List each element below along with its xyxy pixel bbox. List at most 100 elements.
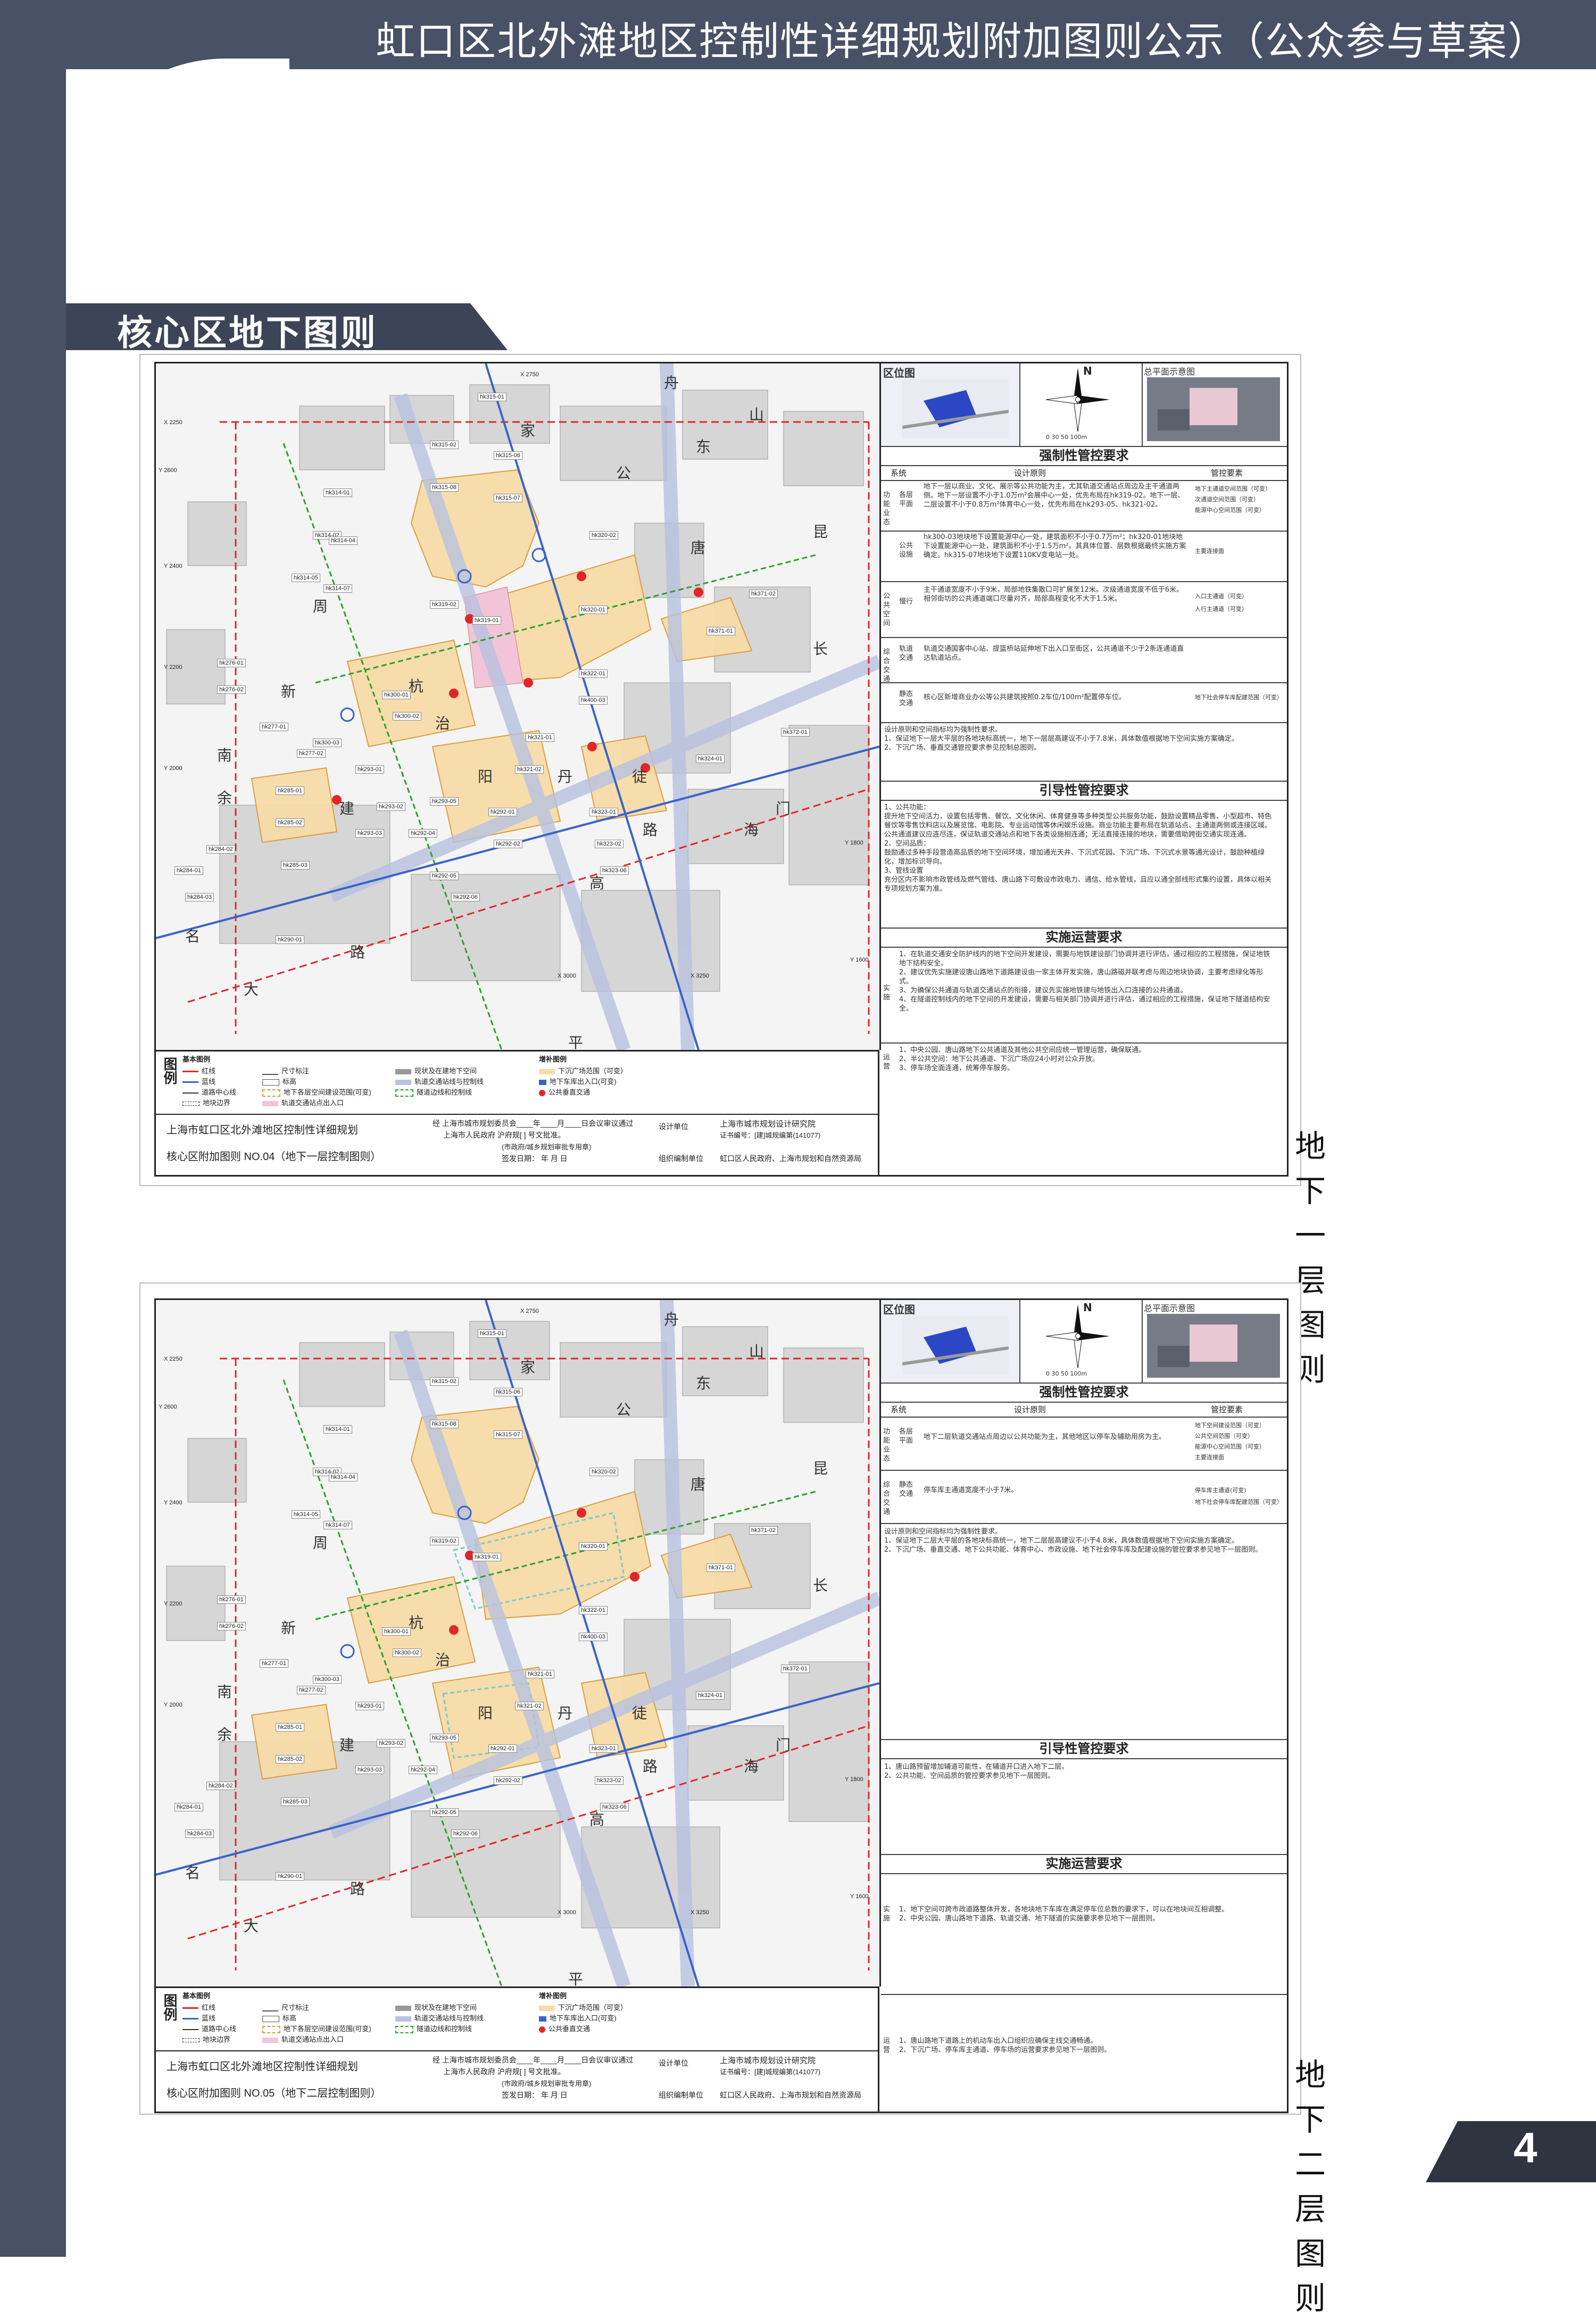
ops-side-label: 运营 <box>883 2037 891 2054</box>
road-name-label: 治 <box>435 715 451 732</box>
plot-label: hk276-02 <box>217 1622 246 1630</box>
plot-label: hk323-01 <box>589 808 618 816</box>
row-text: 地下二层轨道交通站点周边以公共功能为主，其他地区以停车及辅助用房为主。 <box>924 1433 1166 1441</box>
plan-name: 上海市虹口区北外滩地区控制性详细规划 <box>167 1124 358 1136</box>
impl-side-label: 实施 <box>883 984 891 1001</box>
plot-label: hk315-06 <box>494 1388 522 1396</box>
ops-b1: 运营 1、中央公园、唐山路地下公共通道及其他公共空间应统一管理运营，确保联通。 … <box>881 1042 1287 1175</box>
coordinate-label: X 3000 <box>558 1909 576 1916</box>
org-label: 组织编制单位 <box>659 1154 703 1163</box>
impl-title-b2: 实施运营要求 <box>881 1854 1287 1874</box>
legend-item: 红线 <box>182 1065 215 1075</box>
road-name-label: 丹 <box>558 1705 573 1721</box>
row-group: 综合交通 <box>883 1481 891 1516</box>
row-text: 主干通道宽度不小于9米，局部地铁集散口可扩展至12米。次级通道宽度不低于6米。相… <box>924 586 1184 603</box>
row-group: 公共空间 <box>883 592 891 627</box>
location-map <box>902 379 1009 438</box>
panel-b1-top: 区位图 N 0 30 50 100m 总平面示意图 <box>881 363 1287 447</box>
road-name-label: 平 <box>568 1971 584 1988</box>
plot-label: hk292-06 <box>451 1829 480 1838</box>
impl-b2: 实施 1、地下空间可跨市政道路整体开发，各地块地下车库在满足停车位总数的要求下，… <box>881 1873 1287 1995</box>
road-name-label: 舟 <box>664 375 679 391</box>
coordinate-label: X 2750 <box>520 371 539 378</box>
plot-label: hk314-07 <box>323 1521 352 1529</box>
row-text: 停车库主通道宽度不小于7米。 <box>924 1486 1018 1494</box>
legend-added-heading: 增补图例 <box>539 1055 567 1063</box>
legend-item: 地块边界 <box>182 1097 230 1107</box>
plot-label: hk284-01 <box>174 866 203 875</box>
road-name-label: 建 <box>339 1737 355 1753</box>
coordinate-label: Y 1600 <box>850 957 869 963</box>
plot-label: hk324-01 <box>696 755 725 763</box>
coordinate-label: X 2250 <box>164 419 182 426</box>
legend-item: 标高 <box>262 2013 296 2023</box>
legend-basic-heading: 基本图例 <box>182 1992 211 2000</box>
approval-line: 签发日期： 年 月 日 <box>502 2091 568 2099</box>
ops-text: 1、中央公园、唐山路地下公共通道及其他公共空间应统一管理运营，确保联通。 2、半… <box>899 1046 1146 1072</box>
plot-label: hk322-01 <box>579 669 608 678</box>
plot-label: hk314-07 <box>323 584 352 593</box>
guiding-text: 1、公共功能： 提升地下空间活力，设置包括零售、餐饮、文化休闲、体育健身等多种类… <box>884 804 1272 893</box>
plot-label: hk314-01 <box>323 1425 352 1434</box>
row-b1-4: 综合交通 轨道交通 轨道交通国客中心站、提篮桥站延伸地下出入口至街区，公共通道不… <box>881 637 1287 683</box>
road-name-label: 昆 <box>813 1460 828 1477</box>
ops-side-label: 运营 <box>883 1054 891 1071</box>
plot-label: hk300-02 <box>393 712 421 721</box>
road-name-label: 长 <box>813 1577 828 1594</box>
impl-text: 1、在轨道交通安全防护线内的地下空间开发建设，需要与地铁建设部门协调并进行评估，… <box>899 950 1270 1013</box>
legend-added-heading: 增补图例 <box>539 1992 567 2000</box>
element-legend-item: 次通道空间范围（可变） <box>1195 496 1259 503</box>
mandatory-title-b2: 强制性管控要求 <box>881 1382 1287 1403</box>
coordinate-label: X 3250 <box>691 973 709 979</box>
overview-map <box>1147 1314 1280 1378</box>
mandatory-notes: 设计原则和空间指标均为强制性要求。 1、保证地下二层大平层的各地块标高统一，地下… <box>884 1528 1262 1554</box>
plot-label: hk321-01 <box>526 733 554 742</box>
road-name-label: 家 <box>520 1359 536 1376</box>
panel-b1: 区位图 N 0 30 50 100m 总平面示意图 强制性管控要求 系统 设计原… <box>881 363 1287 1175</box>
coordinate-label: Y 1800 <box>845 840 863 846</box>
element-legend-item: 地下社会停车库配建范围（可变） <box>1195 1499 1283 1505</box>
col-elements: 管控要素 <box>1211 468 1243 478</box>
scale-bar: 0 30 50 100m <box>1046 434 1087 441</box>
road-name-label: 山 <box>749 407 764 423</box>
compass-icon <box>1046 1304 1110 1368</box>
plot-label: hk292-01 <box>488 808 517 816</box>
legend-b2: 图例 基本图例 增补图例 红线 蓝线 道路中心线 地块边界 尺寸标注 标高 地下… <box>156 1986 879 2052</box>
plot-label: hk320-01 <box>579 1542 608 1551</box>
location-label: 区位图 <box>883 367 915 379</box>
compass-icon <box>1046 368 1110 432</box>
plot-label: hk371-02 <box>749 590 778 598</box>
legend-item: 标高 <box>262 1076 296 1086</box>
road-name-label: 名 <box>185 928 201 945</box>
legend-item: 隧道边线和控制线 <box>395 2023 472 2033</box>
road-name-label: 路 <box>350 944 365 961</box>
plot-label: hk321-01 <box>526 1670 554 1678</box>
plot-label: hk285-03 <box>281 861 310 870</box>
mandatory-title-b1: 强制性管控要求 <box>881 446 1287 466</box>
row-sub: 公共设施 <box>899 542 913 559</box>
cert-number: 证书编号：[建]城规编第(141077) <box>720 1131 821 1139</box>
coordinate-label: X 2250 <box>164 1356 182 1362</box>
road-name-label: 新 <box>281 1620 296 1636</box>
section-title: 核心区地下图则 <box>117 312 378 353</box>
plot-label: hk323-06 <box>600 1803 629 1811</box>
plot-label: hk321-02 <box>515 765 544 774</box>
plot-label: hk314-05 <box>292 1510 320 1519</box>
plot-label: hk292-06 <box>451 893 480 901</box>
road-name-label: 丹 <box>558 768 573 785</box>
legend-item: 现状及在建地下空间 <box>395 2002 477 2012</box>
sheet-name: 核心区附加图则 NO.04（地下一层控制图则） <box>167 1151 381 1163</box>
row-text: 地下一层以商业、文化、展示等公共功能为主，尤其轨道交通站点周边及主干通道两侧。地… <box>924 483 1185 509</box>
road-name-label: 唐 <box>691 540 706 556</box>
legend-item: 红线 <box>182 2002 215 2012</box>
row-b1-5: 静态交通 核心区新增商业办公等公共建筑按照0.2车位/100m²配置停车位。 地… <box>881 682 1287 723</box>
row-sub: 各层平面 <box>899 1428 913 1445</box>
road-name-label: 海 <box>744 1758 759 1775</box>
row-sub: 静态交通 <box>899 1481 913 1498</box>
plot-label: hk277-01 <box>260 723 288 731</box>
coordinate-label: Y 2400 <box>164 1500 182 1506</box>
plot-label: hk400-03 <box>579 696 608 705</box>
plot-label: hk315-07 <box>494 1430 522 1439</box>
road-name-label: 东 <box>696 438 711 455</box>
plot-label: hk293-03 <box>355 829 384 838</box>
